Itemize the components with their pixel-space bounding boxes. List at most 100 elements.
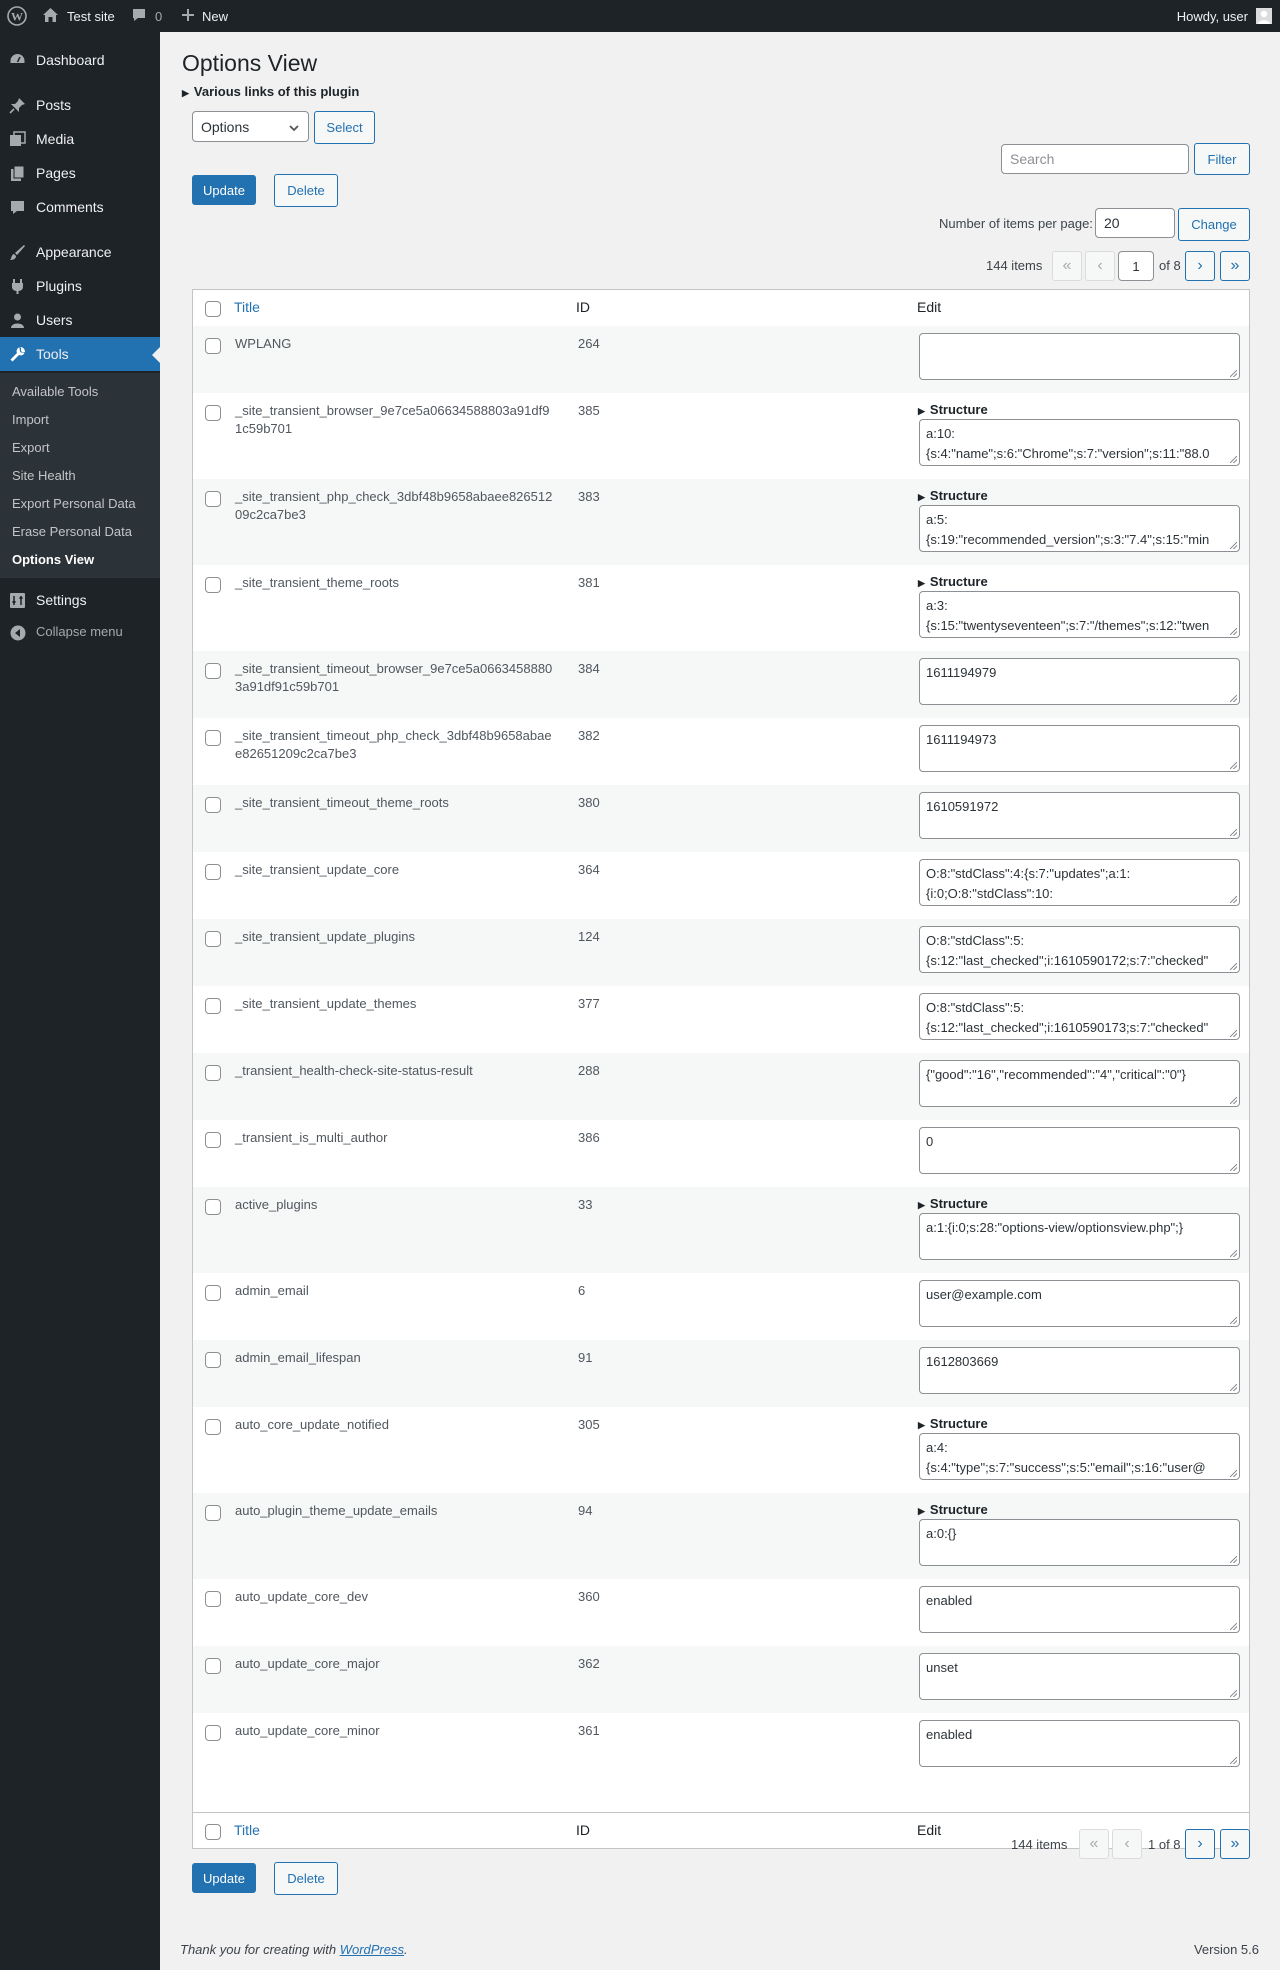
next-page-button-bottom[interactable]: › [1185,1829,1215,1859]
row-checkbox[interactable] [205,1285,221,1301]
row-checkbox[interactable] [205,1725,221,1741]
sidebar-item-settings[interactable]: Settings [0,583,160,617]
submenu-item-import[interactable]: Import [12,406,49,434]
row-checkbox[interactable] [205,730,221,746]
option-value-textarea[interactable]: 1610591972 [919,792,1240,839]
row-checkbox[interactable] [205,1591,221,1607]
select-all-checkbox-bottom[interactable] [205,1824,221,1840]
first-page-button[interactable]: « [1052,251,1082,281]
option-value-textarea[interactable] [919,333,1240,380]
structure-toggle[interactable]: ▶ Structure [918,1196,988,1211]
row-checkbox[interactable] [205,577,221,593]
submenu-item-erase-personal-data[interactable]: Erase Personal Data [12,518,132,546]
account-menu[interactable]: Howdy, user [1177,0,1272,32]
option-id: 124 [578,929,600,944]
last-page-button-bottom[interactable]: » [1220,1829,1250,1859]
column-id-footer: ID [576,1822,590,1838]
option-value-textarea[interactable]: user@example.com [919,1280,1240,1327]
per-page-input[interactable]: 20 [1095,208,1175,238]
wordpress-logo-icon[interactable]: W [7,0,27,32]
change-button[interactable]: Change [1178,208,1250,241]
submenu-item-site-health[interactable]: Site Health [12,462,76,490]
delete-button-bottom[interactable]: Delete [274,1862,338,1895]
row-checkbox[interactable] [205,931,221,947]
row-checkbox[interactable] [205,1419,221,1435]
row-checkbox[interactable] [205,338,221,354]
update-button[interactable]: Update [192,175,256,205]
row-checkbox[interactable] [205,1658,221,1674]
option-value-textarea[interactable]: {"good":"16","recommended":"4","critical… [919,1060,1240,1107]
submenu-item-export-personal-data[interactable]: Export Personal Data [12,490,136,518]
column-title-header[interactable]: Title [234,299,260,315]
option-value-textarea[interactable]: O:8:"stdClass":5: {s:12:"last_checked";i… [919,993,1240,1040]
site-name-link[interactable]: Test site [42,0,115,32]
sidebar-item-media[interactable]: Media [0,122,160,156]
options-table: Title ID Edit WPLANG 264 _site_transient_b… [192,289,1250,1849]
current-page-input[interactable]: 1 [1118,251,1154,281]
search-input[interactable]: Search [1001,144,1189,174]
table-row: _site_transient_theme_roots 381 ▶ Structure… [193,565,1249,651]
option-value-textarea[interactable]: a:0:{} [919,1519,1240,1566]
option-value-textarea[interactable]: O:8:"stdClass":5: {s:12:"last_checked";i… [919,926,1240,973]
row-checkbox[interactable] [205,998,221,1014]
option-value-textarea[interactable]: a:4: {s:4:"type";s:7:"success";s:5:"emai… [919,1433,1240,1480]
column-title-footer[interactable]: Title [234,1822,260,1838]
sidebar-item-appearance[interactable]: Appearance [0,235,160,269]
filter-button[interactable]: Filter [1194,143,1250,175]
structure-toggle[interactable]: ▶ Structure [918,1502,988,1517]
option-value-textarea[interactable]: a:5: {s:19:"recommended_version";s:3:"7.… [919,505,1240,552]
wordpress-link[interactable]: WordPress [340,1942,404,1957]
structure-toggle[interactable]: ▶ Structure [918,574,988,589]
collapse-menu-button[interactable]: Collapse menu [0,615,160,649]
sidebar-item-users[interactable]: Users [0,303,160,337]
select-button[interactable]: Select [314,111,375,144]
sidebar-item-posts[interactable]: Posts [0,88,160,122]
plugin-links-toggle[interactable]: ▶ Various links of this plugin [182,84,359,99]
row-checkbox[interactable] [205,1352,221,1368]
option-value-textarea[interactable]: 1612803669 [919,1347,1240,1394]
sidebar-item-comments[interactable]: Comments [0,190,160,224]
row-checkbox[interactable] [205,1132,221,1148]
submenu-item-available-tools[interactable]: Available Tools [12,378,98,406]
option-value-textarea[interactable]: a:10: {s:4:"name";s:6:"Chrome";s:7:"vers… [919,419,1240,466]
row-checkbox[interactable] [205,1199,221,1215]
option-value-textarea[interactable]: O:8:"stdClass":4:{s:7:"updates";a:1: {i:… [919,859,1240,906]
comments-link[interactable]: 0 [131,0,162,32]
option-value-textarea[interactable]: 0 [919,1127,1240,1174]
first-page-button-bottom[interactable]: « [1079,1829,1109,1859]
sidebar-item-tools[interactable]: Tools [0,337,160,371]
row-checkbox[interactable] [205,1065,221,1081]
row-checkbox[interactable] [205,864,221,880]
next-page-button[interactable]: › [1185,251,1215,281]
last-page-button[interactable]: » [1220,251,1250,281]
delete-button[interactable]: Delete [274,174,338,207]
prev-page-button[interactable]: ‹ [1085,251,1115,281]
option-value-textarea[interactable]: 1611194979 [919,658,1240,705]
new-content-link[interactable]: New [181,0,228,32]
submenu-item-export[interactable]: Export [12,434,50,462]
option-value-textarea[interactable]: enabled [919,1586,1240,1633]
options-select[interactable]: Options [192,111,309,142]
row-checkbox[interactable] [205,1505,221,1521]
option-value-textarea[interactable]: unset [919,1653,1240,1700]
sidebar-item-dashboard[interactable]: Dashboard [0,43,160,77]
option-value-textarea[interactable]: enabled [919,1720,1240,1767]
option-value-textarea[interactable]: a:1:{i:0;s:28:"options-view/optionsview.… [919,1213,1240,1260]
structure-toggle[interactable]: ▶ Structure [918,402,988,417]
prev-page-button-bottom[interactable]: ‹ [1112,1829,1142,1859]
sidebar-item-label: Dashboard [36,52,105,68]
update-button-bottom[interactable]: Update [192,1863,256,1893]
structure-toggle[interactable]: ▶ Structure [918,488,988,503]
structure-toggle[interactable]: ▶ Structure [918,1416,988,1431]
page-indicator-bottom: 1 of 8 [1148,1837,1181,1852]
row-checkbox[interactable] [205,797,221,813]
row-checkbox[interactable] [205,491,221,507]
option-value-textarea[interactable]: 1611194973 [919,725,1240,772]
row-checkbox[interactable] [205,663,221,679]
option-value-textarea[interactable]: a:3: {s:15:"twentyseventeen";s:7:"/theme… [919,591,1240,638]
submenu-item-options-view[interactable]: Options View [12,546,94,574]
sidebar-item-plugins[interactable]: Plugins [0,269,160,303]
row-checkbox[interactable] [205,405,221,421]
select-all-checkbox[interactable] [205,301,221,317]
sidebar-item-pages[interactable]: Pages [0,156,160,190]
